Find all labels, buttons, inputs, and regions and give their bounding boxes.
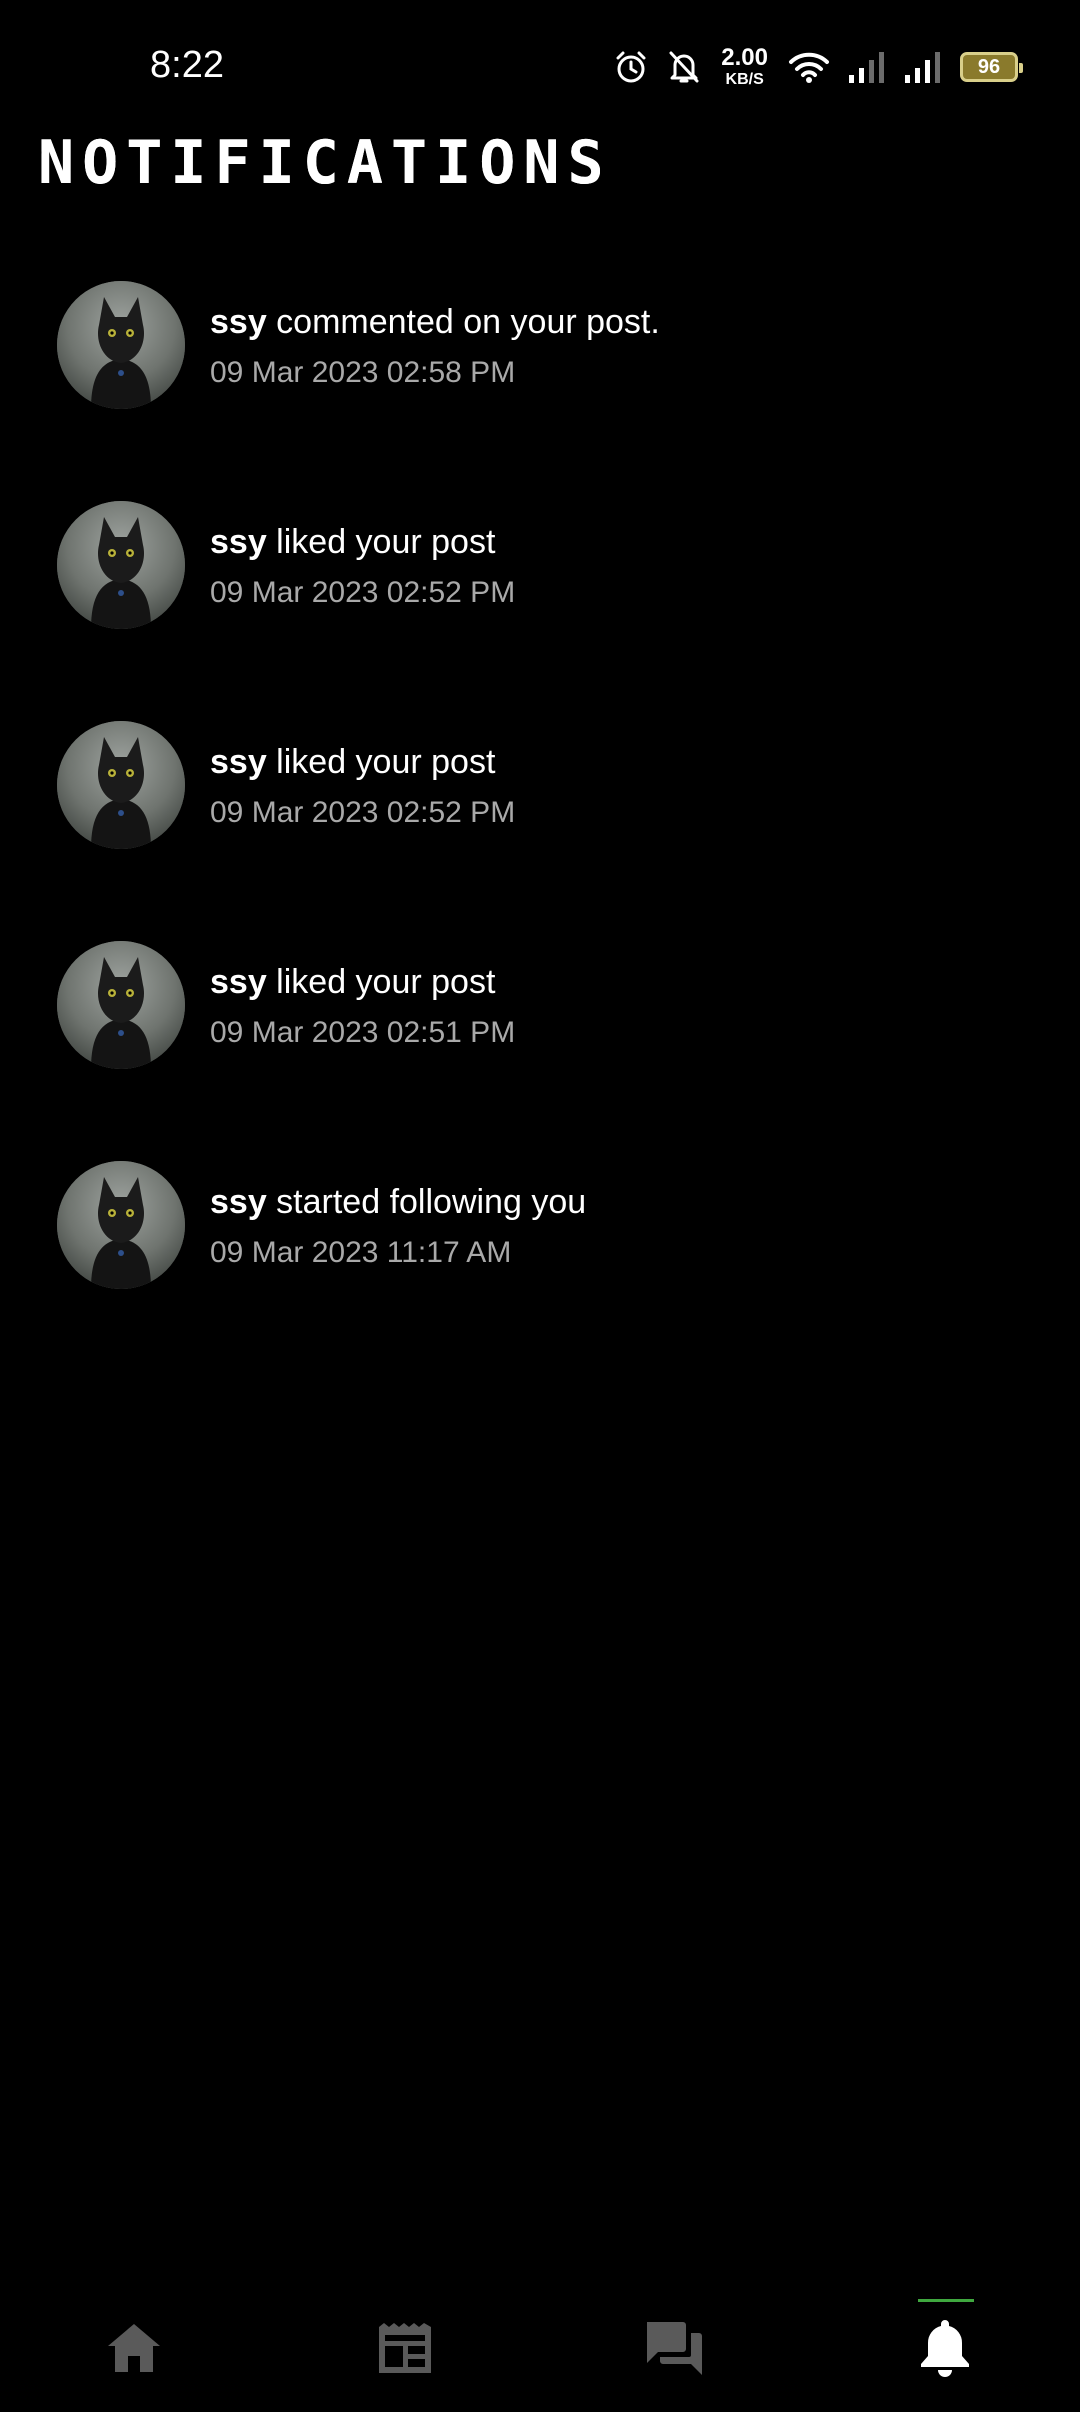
- nav-home[interactable]: [74, 2310, 194, 2390]
- notification-time: 09 Mar 2023 02:52 PM: [210, 796, 516, 829]
- notification-time: 09 Mar 2023 02:58 PM: [210, 356, 516, 389]
- avatar[interactable]: [57, 721, 185, 849]
- status-bar: 8:22 2.00 KB/S 96: [0, 0, 1080, 140]
- notification-text: ssy liked your post 09 Mar 2023 02:51 PM: [210, 963, 515, 1050]
- notifications-icon: [919, 2318, 971, 2383]
- notification-user[interactable]: ssy: [210, 743, 267, 781]
- battery-level: 96: [977, 55, 1001, 78]
- notification-message: ssy liked your post: [210, 523, 515, 562]
- notification-text: ssy liked your post 09 Mar 2023 02:52 PM: [210, 523, 515, 610]
- nav-messages[interactable]: [614, 2310, 734, 2390]
- net-speed-unit: KB/S: [725, 71, 764, 88]
- notification-user[interactable]: ssy: [210, 303, 267, 341]
- notification-user[interactable]: ssy: [210, 1183, 267, 1221]
- notification-action: started following you: [266, 1183, 587, 1221]
- avatar[interactable]: [57, 501, 185, 629]
- nav-active-indicator: [918, 2299, 974, 2302]
- bell-off-icon: [667, 49, 701, 85]
- avatar[interactable]: [57, 281, 185, 409]
- avatar[interactable]: [57, 1161, 185, 1289]
- net-speed-value: 2.00: [721, 44, 768, 71]
- status-icons: 2.00 KB/S 96: [613, 42, 1023, 92]
- notification-text: ssy liked your post 09 Mar 2023 02:52 PM: [210, 743, 515, 830]
- bottom-nav: [0, 2280, 1080, 2412]
- messages-icon: [643, 2319, 705, 2382]
- alarm-icon: [613, 49, 649, 85]
- status-time: 8:22: [150, 44, 224, 86]
- notification-item[interactable]: ssy liked your post 09 Mar 2023 02:52 PM: [0, 495, 1080, 715]
- notification-action: liked your post: [266, 523, 496, 561]
- notification-user[interactable]: ssy: [210, 963, 267, 1001]
- notification-time: 09 Mar 2023 02:51 PM: [210, 1016, 516, 1049]
- notifications-screen: 8:22 2.00 KB/S 96 NOTIFICATIONS ssy comm…: [0, 0, 1080, 2412]
- nav-notifications[interactable]: [885, 2310, 1005, 2390]
- notification-text: ssy commented on your post. 09 Mar 2023 …: [210, 303, 660, 390]
- notification-item[interactable]: ssy liked your post 09 Mar 2023 02:51 PM: [0, 935, 1080, 1155]
- notification-list: ssy commented on your post. 09 Mar 2023 …: [0, 275, 1080, 1375]
- notification-item[interactable]: ssy commented on your post. 09 Mar 2023 …: [0, 275, 1080, 495]
- page-title: NOTIFICATIONS: [38, 128, 612, 198]
- notification-message: ssy liked your post: [210, 963, 515, 1002]
- battery-icon: 96: [960, 52, 1023, 82]
- signal-icon: [904, 51, 942, 83]
- notification-text: ssy started following you 09 Mar 2023 11…: [210, 1183, 586, 1270]
- notification-time: 09 Mar 2023 02:52 PM: [210, 576, 516, 609]
- wifi-icon: [788, 50, 830, 84]
- notification-message: ssy liked your post: [210, 743, 515, 782]
- net-speed: 2.00 KB/S: [721, 46, 768, 88]
- avatar[interactable]: [57, 941, 185, 1069]
- notification-action: liked your post: [266, 963, 496, 1001]
- home-icon: [106, 2322, 162, 2379]
- notification-action: commented on your post.: [266, 303, 660, 341]
- notification-message: ssy commented on your post.: [210, 303, 660, 342]
- signal-icon: [848, 51, 886, 83]
- notification-message: ssy started following you: [210, 1183, 586, 1222]
- nav-feed[interactable]: [345, 2310, 465, 2390]
- notification-time: 09 Mar 2023 11:17 AM: [210, 1236, 512, 1269]
- notification-action: liked your post: [266, 743, 496, 781]
- notification-item[interactable]: ssy started following you 09 Mar 2023 11…: [0, 1155, 1080, 1375]
- notification-item[interactable]: ssy liked your post 09 Mar 2023 02:52 PM: [0, 715, 1080, 935]
- notification-user[interactable]: ssy: [210, 523, 267, 561]
- feed-icon: [376, 2321, 434, 2380]
